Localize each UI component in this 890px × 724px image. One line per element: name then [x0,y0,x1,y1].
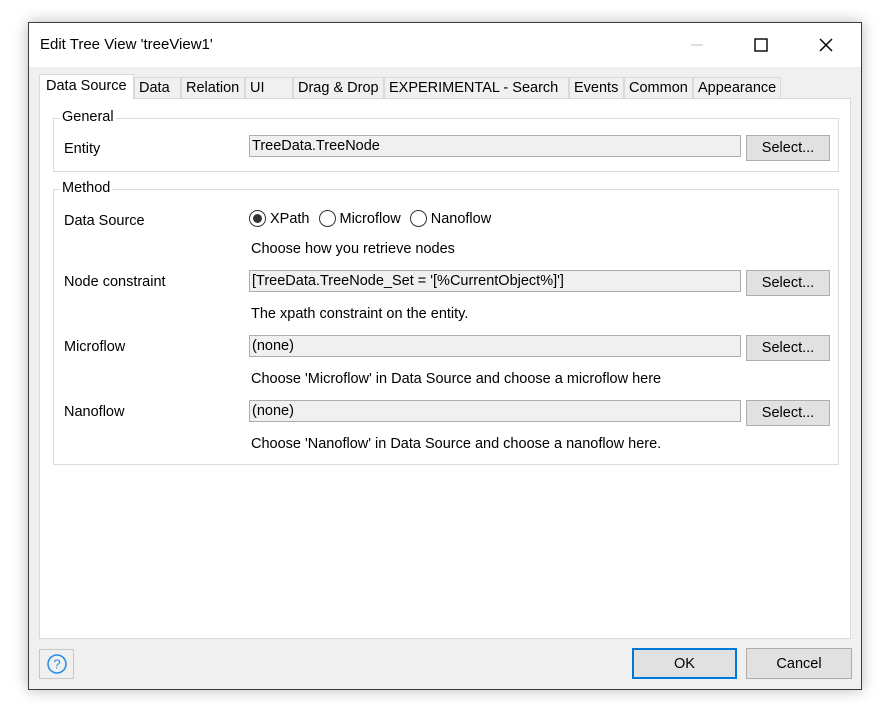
edit-tree-view-dialog: Edit Tree View 'treeView1' Data Source D… [28,22,862,690]
radio-nanoflow-label: Nanoflow [430,210,492,227]
radio-unselected-icon [409,210,427,227]
radio-xpath-label: XPath [270,210,310,227]
close-button[interactable] [803,23,849,67]
method-group: Method Data Source XPath Microflow Nanof… [53,180,839,465]
close-icon [819,38,833,52]
tab-data-source[interactable]: Data Source [39,74,134,100]
method-group-title: Method [60,180,113,196]
minimize-button[interactable] [674,23,720,67]
node-constraint-field[interactable]: [TreeData.TreeNode_Set = '[%CurrentObjec… [249,270,741,292]
radio-microflow[interactable]: Microflow [318,210,401,227]
radio-xpath[interactable]: XPath [249,210,310,227]
tab-appearance[interactable]: Appearance [693,77,781,99]
tab-drag-drop[interactable]: Drag & Drop [293,77,384,99]
nanoflow-field[interactable]: (none) [249,400,741,422]
microflow-label: Microflow [64,339,126,355]
radio-unselected-icon [318,210,336,227]
microflow-hint: Choose 'Microflow' in Data Source and ch… [251,371,662,387]
radio-nanoflow[interactable]: Nanoflow [409,210,492,227]
minimize-icon [691,44,703,46]
tab-events[interactable]: Events [569,77,624,99]
cancel-button[interactable]: Cancel [746,648,852,679]
radio-microflow-label: Microflow [339,210,401,227]
help-button[interactable]: ? [39,649,74,679]
node-constraint-select-button[interactable]: Select... [746,270,830,296]
radio-selected-icon [249,210,266,227]
data-source-label: Data Source [64,213,145,229]
maximize-button[interactable] [738,23,784,67]
tab-ui[interactable]: UI [245,77,293,99]
data-source-hint: Choose how you retrieve nodes [251,241,455,257]
node-constraint-label: Node constraint [64,274,166,290]
tab-relation[interactable]: Relation [181,77,245,99]
general-group-title: General [60,109,116,125]
nanoflow-label: Nanoflow [64,404,125,420]
tab-experimental-search[interactable]: EXPERIMENTAL - Search [384,77,569,99]
entity-label: Entity [64,141,101,157]
microflow-field[interactable]: (none) [249,335,741,357]
question-circle-icon: ? [46,654,67,674]
ok-button[interactable]: OK [632,648,737,679]
tab-strip: Data Source Data Relation UI Drag & Drop… [39,74,851,100]
tab-data[interactable]: Data [134,77,181,99]
svg-text:?: ? [53,657,60,672]
data-source-radio-group: XPath Microflow Nanoflow [249,210,500,227]
general-group: General Entity TreeData.TreeNode Select.… [53,109,839,172]
maximize-icon [754,38,768,52]
microflow-select-button[interactable]: Select... [746,335,830,361]
window-title: Edit Tree View 'treeView1' [40,36,213,53]
data-source-panel: General Entity TreeData.TreeNode Select.… [39,98,851,639]
entity-field[interactable]: TreeData.TreeNode [249,135,741,157]
title-bar: Edit Tree View 'treeView1' [29,23,861,67]
nanoflow-select-button[interactable]: Select... [746,400,830,426]
nanoflow-hint: Choose 'Nanoflow' in Data Source and cho… [251,436,662,452]
entity-select-button[interactable]: Select... [746,135,830,161]
tab-common[interactable]: Common [624,77,693,99]
node-constraint-hint: The xpath constraint on the entity. [251,306,469,322]
